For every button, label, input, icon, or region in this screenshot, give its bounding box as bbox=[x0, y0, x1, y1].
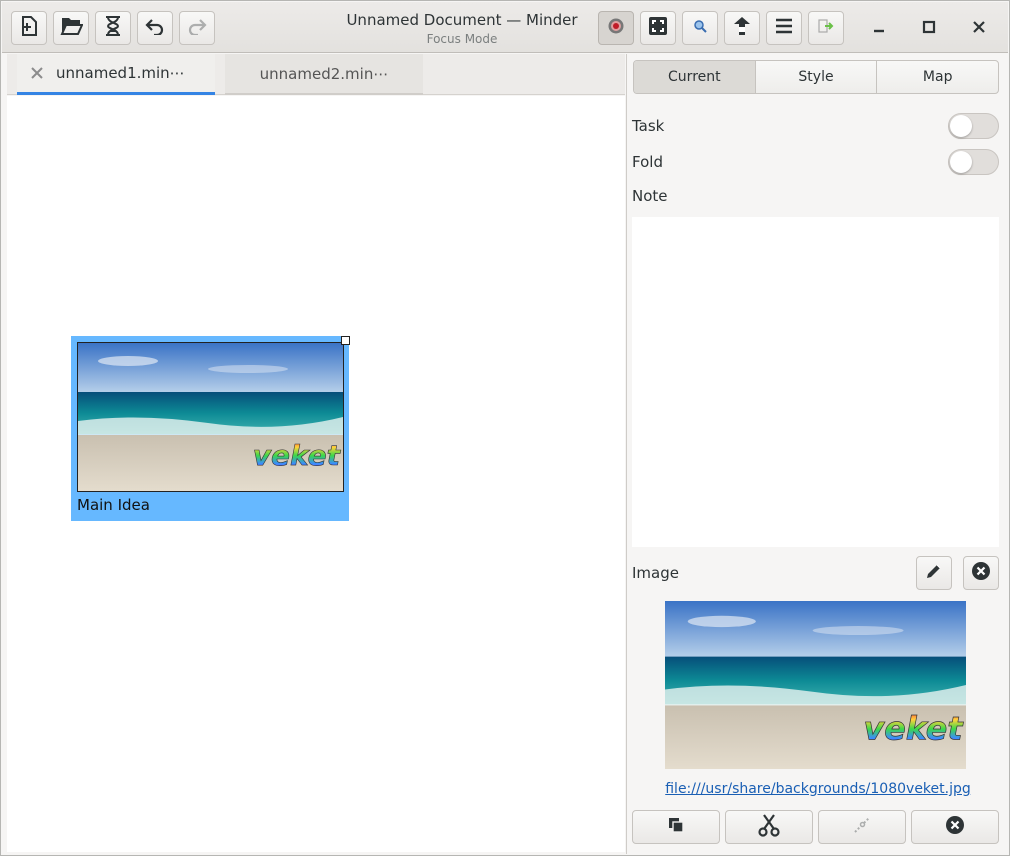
save-hourglass-icon bbox=[103, 15, 123, 41]
sidebar: Current Style Map Task Fold Note Image v… bbox=[626, 54, 1008, 854]
redo-icon bbox=[187, 17, 207, 39]
export-icon bbox=[731, 15, 753, 41]
copy-icon bbox=[666, 815, 686, 839]
menu-button[interactable] bbox=[766, 11, 802, 45]
image-label: Image bbox=[632, 564, 679, 582]
new-document-icon bbox=[18, 15, 40, 41]
new-document-button[interactable] bbox=[11, 11, 47, 45]
pencil-icon bbox=[925, 562, 943, 584]
veket-watermark: veket bbox=[864, 710, 965, 747]
undo-icon bbox=[145, 17, 165, 39]
veket-watermark: veket bbox=[253, 439, 342, 472]
minimize-button[interactable] bbox=[866, 15, 892, 41]
segment-style[interactable]: Style bbox=[756, 61, 878, 93]
tab-label: unnamed2.min⋯ bbox=[259, 64, 389, 83]
window-subtitle: Focus Mode bbox=[426, 32, 498, 46]
image-path-link[interactable]: file:///usr/share/backgrounds/1080veket.… bbox=[627, 781, 1009, 797]
copy-button[interactable] bbox=[632, 810, 720, 844]
export-button[interactable] bbox=[724, 11, 760, 45]
delete-button[interactable] bbox=[911, 810, 999, 844]
open-document-button[interactable] bbox=[53, 11, 89, 45]
header-bar: Unnamed Document — Minder Focus Mode bbox=[2, 2, 1008, 53]
tab-unnamed2[interactable]: unnamed2.min⋯ bbox=[225, 54, 423, 95]
fit-icon bbox=[648, 16, 668, 40]
cut-button[interactable] bbox=[725, 810, 813, 844]
tab-unnamed1[interactable]: unnamed1.min⋯ bbox=[17, 54, 215, 95]
image-preview: veket bbox=[665, 601, 966, 769]
window-title: Unnamed Document — Minder bbox=[346, 11, 578, 29]
maximize-icon bbox=[922, 19, 936, 38]
task-switch[interactable] bbox=[948, 113, 999, 139]
note-textarea[interactable] bbox=[632, 217, 999, 547]
cut-icon bbox=[757, 813, 781, 841]
open-document-icon bbox=[59, 15, 84, 41]
close-window-button[interactable] bbox=[966, 15, 992, 41]
switch-knob bbox=[950, 115, 972, 137]
tab-close-icon[interactable] bbox=[30, 66, 44, 80]
fold-label: Fold bbox=[632, 153, 663, 171]
segment-map[interactable]: Map bbox=[877, 61, 998, 93]
maximize-button[interactable] bbox=[916, 15, 942, 41]
paste-icon bbox=[852, 815, 872, 839]
paste-button[interactable] bbox=[818, 810, 906, 844]
fit-button[interactable] bbox=[640, 11, 676, 45]
edit-image-button[interactable] bbox=[916, 556, 952, 590]
task-label: Task bbox=[632, 117, 665, 135]
close-icon bbox=[972, 19, 986, 38]
segment-current[interactable]: Current bbox=[634, 61, 756, 93]
app-window: Unnamed Document — Minder Focus Mode unn… bbox=[0, 0, 1010, 856]
delete-icon bbox=[945, 815, 965, 839]
minimize-icon bbox=[872, 19, 886, 38]
fold-switch[interactable] bbox=[948, 149, 999, 175]
node-label: Main Idea bbox=[77, 496, 150, 514]
sidebar-toggle-button[interactable] bbox=[808, 11, 844, 45]
tab-label: unnamed1.min⋯ bbox=[56, 64, 185, 82]
search-icon bbox=[692, 18, 708, 38]
sidebar-toggle-icon bbox=[817, 17, 835, 39]
tab-bar: unnamed1.min⋯ unnamed2.min⋯ bbox=[7, 54, 625, 95]
node-image: veket bbox=[77, 342, 344, 492]
focus-target-icon bbox=[607, 17, 625, 39]
undo-button[interactable] bbox=[137, 11, 173, 45]
menu-icon bbox=[775, 18, 793, 38]
mindmap-canvas[interactable]: veket Main Idea bbox=[7, 96, 625, 852]
sidebar-segment-control: Current Style Map bbox=[633, 60, 999, 94]
node-resize-handle[interactable] bbox=[341, 336, 350, 345]
save-button[interactable] bbox=[95, 11, 131, 45]
focus-mode-button[interactable] bbox=[598, 11, 634, 45]
redo-button[interactable] bbox=[179, 11, 215, 45]
search-button[interactable] bbox=[682, 11, 718, 45]
note-label: Note bbox=[632, 187, 668, 205]
main-idea-node[interactable]: veket Main Idea bbox=[71, 336, 349, 521]
remove-image-button[interactable] bbox=[963, 556, 999, 590]
remove-circle-icon bbox=[971, 561, 991, 585]
switch-knob bbox=[950, 151, 972, 173]
